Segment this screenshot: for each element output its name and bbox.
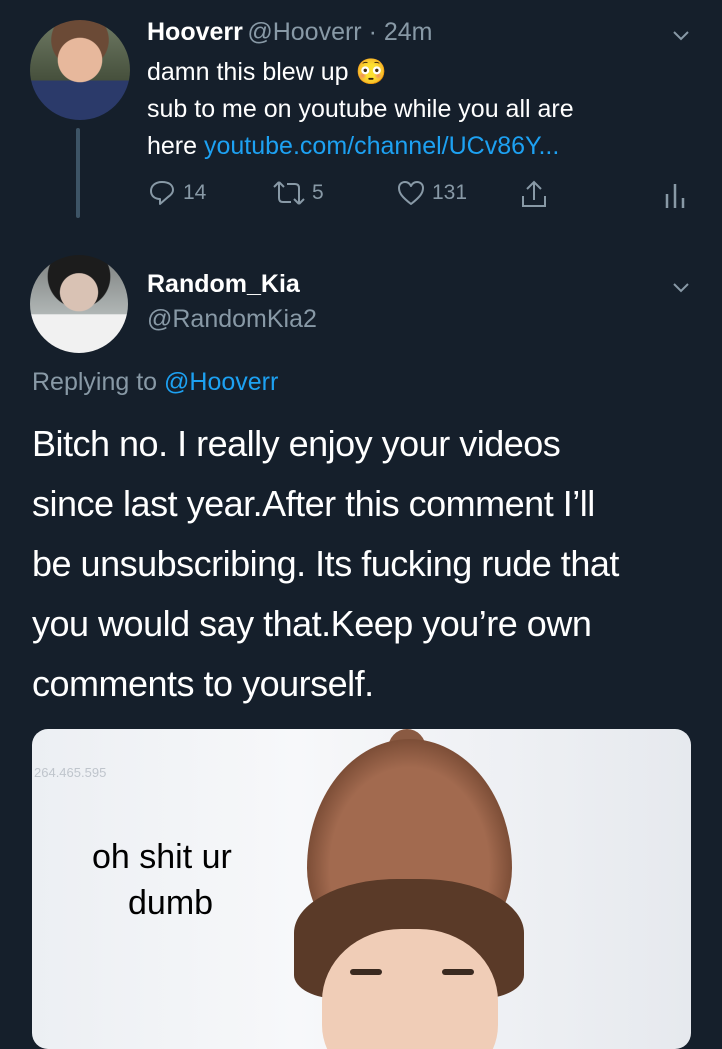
tweet1-handle[interactable]: @Hooverr · 24m — [247, 18, 432, 46]
reply-count: 14 — [183, 181, 207, 204]
tweet2-line: since last year.After this comment I’ll — [32, 483, 595, 524]
reply-icon — [150, 181, 174, 205]
reply-button[interactable]: 14 — [147, 178, 206, 208]
retweet-button[interactable]: 5 — [272, 178, 324, 208]
chevron-down-icon[interactable] — [672, 278, 690, 296]
like-button[interactable]: 131 — [396, 178, 467, 208]
right-eye — [442, 969, 474, 975]
replying-to: Replying to @Hooverr — [32, 368, 278, 397]
chevron-down-icon[interactable] — [672, 26, 690, 44]
tweet1-name[interactable]: Hooverr — [147, 18, 243, 46]
tweet2-text: Bitch no. I really enjoy your videos sin… — [32, 414, 702, 714]
tweet1-line2: sub to me on youtube while you all are — [147, 95, 574, 123]
tweet1-text: damn this blew up 😳 sub to me on youtube… — [147, 54, 574, 165]
share-icon[interactable] — [518, 178, 550, 210]
meme-caption-line1: oh shit ur — [92, 838, 232, 876]
analytics-icon[interactable] — [664, 180, 686, 210]
tweet1-header: Hooverr @Hooverr · 24m — [147, 18, 432, 47]
like-count: 131 — [432, 181, 468, 204]
heart-icon — [398, 181, 424, 205]
avatar-randomkia[interactable] — [30, 255, 128, 353]
face — [322, 929, 498, 1049]
thread-connector — [76, 128, 80, 218]
tweet2-name[interactable]: Random_Kia — [147, 270, 300, 299]
tweet2-line: Bitch no. I really enjoy your videos — [32, 423, 561, 464]
avatar-hooverr[interactable] — [30, 20, 130, 120]
flushed-emoji-icon: 😳 — [355, 58, 387, 86]
tweet2-line: comments to yourself. — [32, 663, 374, 704]
tweet2-image[interactable]: 264.465.595 oh shit ur dumb — [32, 729, 691, 1049]
retweet-icon — [273, 181, 305, 205]
image-watermark: 264.465.595 — [34, 765, 107, 780]
tweet2-line: you would say that.Keep you’re own — [32, 603, 592, 644]
replying-handle-link[interactable]: @Hooverr — [164, 368, 278, 396]
retweet-count: 5 — [312, 181, 324, 204]
replying-label: Replying to — [32, 368, 158, 396]
tweet2-line: be unsubscribing. Its fucking rude that — [32, 543, 619, 584]
tweet2-handle[interactable]: @RandomKia2 — [147, 305, 317, 334]
left-eye — [350, 969, 382, 975]
tweet1-line1: damn this blew up 😳 — [147, 58, 387, 86]
youtube-link[interactable]: youtube.com/channel/UCv86Y... — [204, 132, 559, 160]
tweet1-line3: here youtube.com/channel/UCv86Y... — [147, 132, 560, 160]
meme-caption-line2: dumb — [128, 884, 214, 922]
